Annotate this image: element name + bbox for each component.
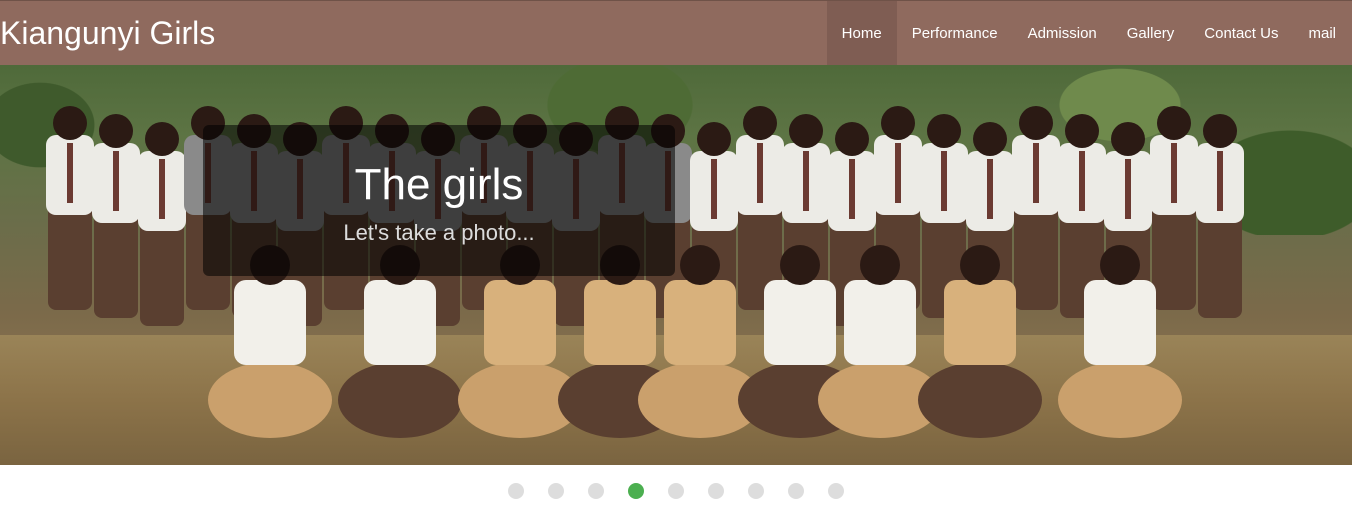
carousel-indicator-dot[interactable] (828, 483, 844, 499)
slide-subtitle: Let's take a photo... (343, 220, 535, 245)
nav-admission[interactable]: Admission (1013, 1, 1112, 65)
slide-title: The girls (354, 160, 524, 209)
nav-menu: Home Performance Admission Gallery Conta… (826, 1, 1352, 65)
carousel-indicator-dot[interactable] (708, 483, 724, 499)
site-brand[interactable]: Kiangunyi Girls (0, 1, 215, 65)
nav-contact-us[interactable]: Contact Us (1189, 1, 1293, 65)
carousel-indicators (0, 483, 1352, 501)
slide-caption: The girls Let's take a photo... (203, 125, 675, 276)
carousel-indicator-dot[interactable] (548, 483, 564, 499)
nav-gallery[interactable]: Gallery (1112, 1, 1190, 65)
carousel-indicator-dot[interactable] (668, 483, 684, 499)
nav-mail[interactable]: mail (1293, 1, 1352, 65)
carousel-indicator-dot[interactable] (788, 483, 804, 499)
carousel-indicator-dot[interactable] (588, 483, 604, 499)
carousel-indicator-dot[interactable] (508, 483, 524, 499)
navbar: Kiangunyi Girls Home Performance Admissi… (0, 0, 1352, 65)
carousel-indicator-dot[interactable] (748, 483, 764, 499)
nav-home[interactable]: Home (826, 1, 897, 65)
carousel-indicator-dot[interactable] (628, 483, 644, 499)
nav-performance[interactable]: Performance (897, 1, 1013, 65)
carousel-slide-image: The girls Let's take a photo... (0, 65, 1352, 465)
